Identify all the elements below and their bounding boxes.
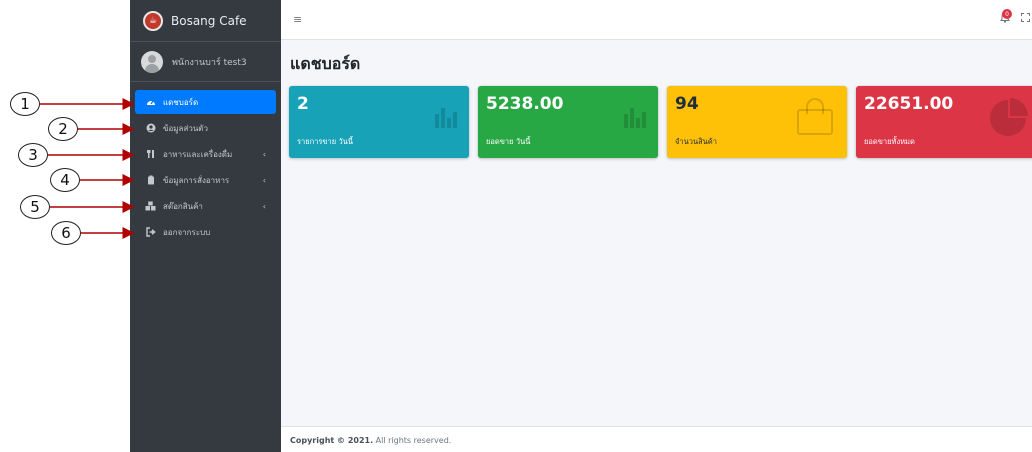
page: ☕ Bosang Cafe พนักงานบาร์ test3 แดชบอร์ด… <box>0 0 1032 452</box>
annotation-marker-6: 6 <box>51 221 81 245</box>
annotation-arrows <box>40 98 135 239</box>
annotation-marker-1: 1 <box>10 92 40 116</box>
annotation-marker-5: 5 <box>20 195 50 219</box>
annotation-marker-4: 4 <box>50 168 80 192</box>
annotation-marker-2: 2 <box>48 117 78 141</box>
annotation-marker-3: 3 <box>18 143 48 167</box>
